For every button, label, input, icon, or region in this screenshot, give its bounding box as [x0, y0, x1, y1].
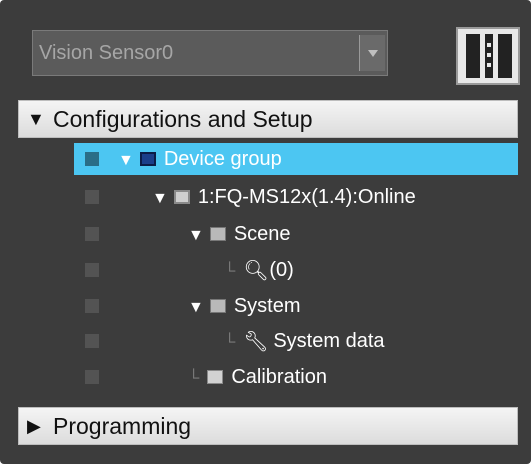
row-checkbox[interactable]: [85, 263, 99, 277]
magnifier-icon: 🔍︎: [243, 260, 269, 282]
section-label: Configurations and Setup: [53, 106, 313, 132]
row-checkbox[interactable]: [85, 334, 99, 348]
device-hardware-icon[interactable]: [456, 27, 520, 85]
section-configurations-and-setup[interactable]: ▼ Configurations and Setup: [18, 100, 518, 138]
device-dropdown[interactable]: Vision Sensor0: [32, 30, 388, 76]
folder-icon: [207, 370, 224, 384]
tree-node-scene[interactable]: ▼ Scene: [188, 218, 291, 252]
multiview-explorer-panel: Vision Sensor0 ▼ Configurations and Setu…: [0, 0, 531, 464]
collapse-triangle-icon: ▶: [27, 416, 41, 436]
section-programming[interactable]: ▶ Programming: [18, 407, 518, 445]
section-label: Programming: [53, 413, 192, 439]
chevron-down-icon[interactable]: [359, 35, 385, 71]
device-dropdown-value: Vision Sensor0: [39, 42, 174, 64]
wrench-icon: 🔧︎: [243, 331, 269, 353]
row-checkbox[interactable]: [85, 190, 99, 204]
computer-icon: [173, 190, 190, 204]
tree-node-device-group[interactable]: ▼ Device group: [118, 143, 282, 177]
tree-node-calibration[interactable]: └ Calibration: [188, 361, 327, 395]
row-checkbox[interactable]: [85, 227, 99, 241]
tree-node-scene-item[interactable]: └ 🔍︎(0): [224, 254, 294, 288]
tree-node-system-data[interactable]: └ 🔧︎ System data: [224, 325, 385, 359]
expand-triangle-icon: ▼: [27, 109, 45, 129]
row-checkbox[interactable]: [85, 370, 99, 384]
row-checkbox[interactable]: [85, 152, 99, 166]
tree-node-device[interactable]: ▼ 1:FQ-MS12x(1.4):Online: [152, 181, 416, 215]
row-checkbox[interactable]: [85, 299, 99, 313]
device-group-icon: [139, 152, 156, 166]
tree-node-system[interactable]: ▼ System: [188, 290, 301, 324]
system-icon: [209, 299, 226, 313]
scene-icon: [209, 227, 226, 241]
